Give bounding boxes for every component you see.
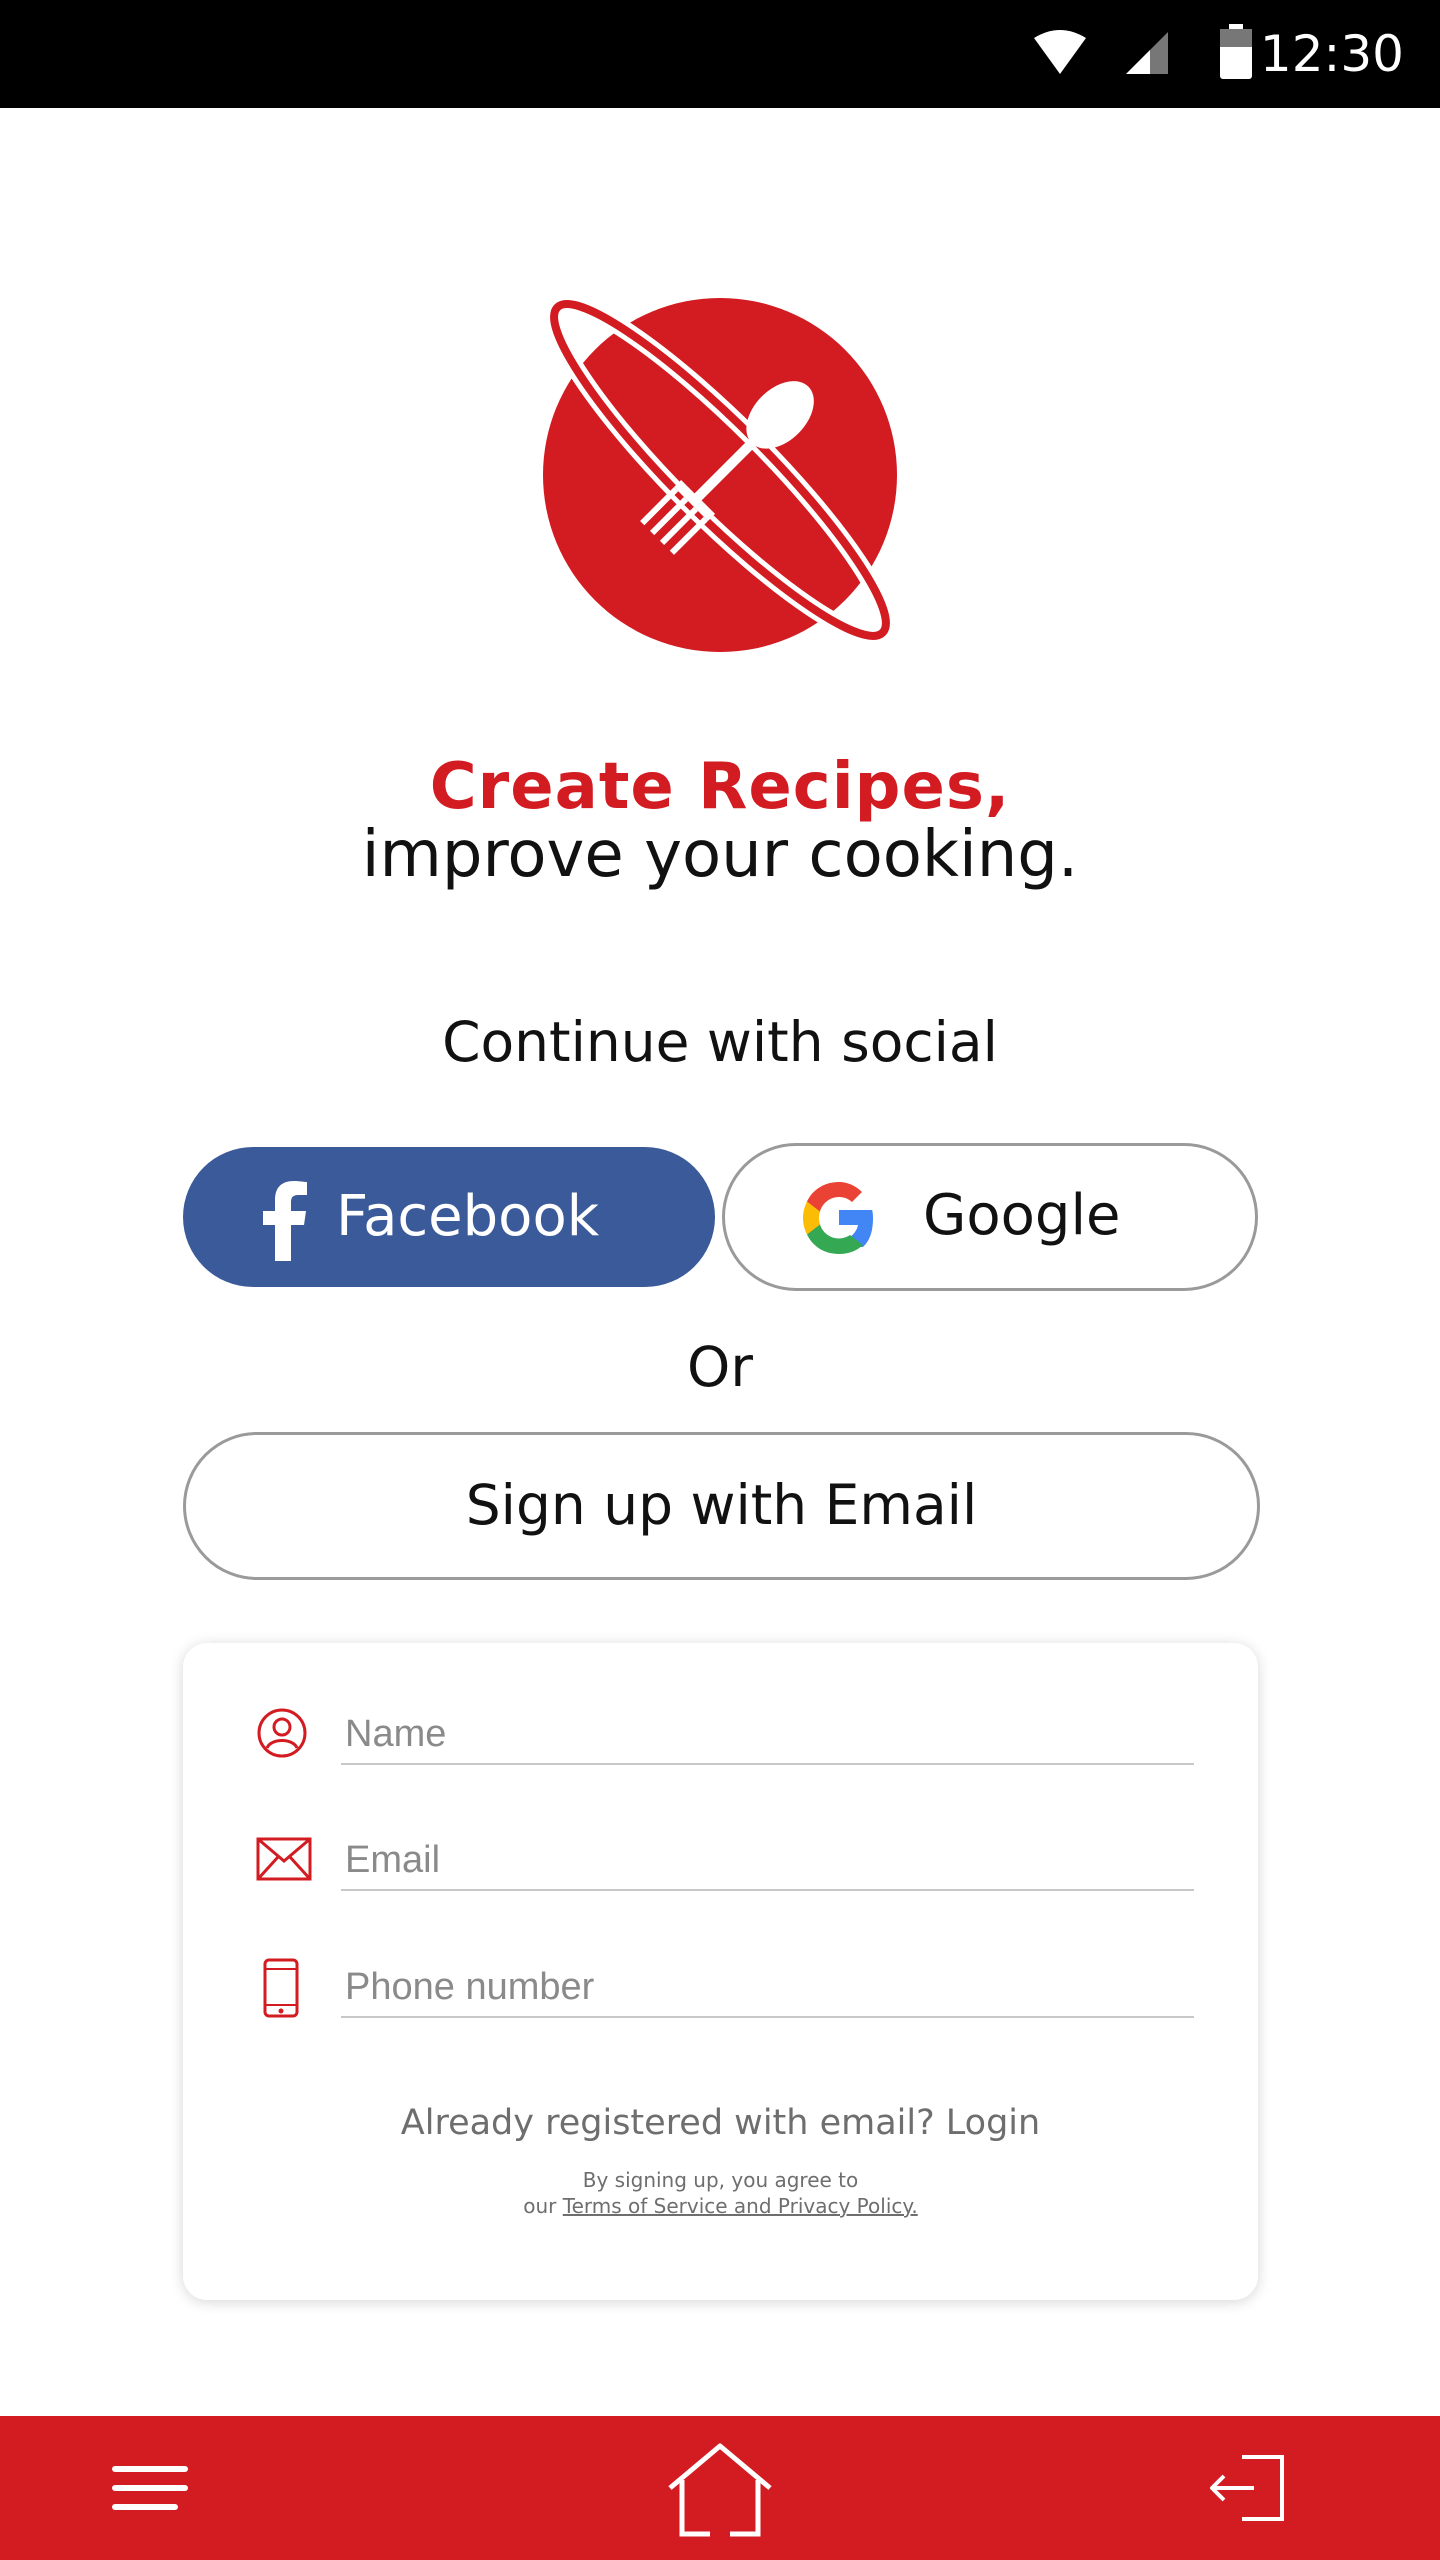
name-input[interactable] [341,1705,1194,1765]
facebook-button[interactable]: Facebook [183,1147,715,1287]
signal-icon [1126,32,1168,74]
terms-line-2: our Terms of Service and Privacy Policy. [183,2193,1258,2219]
social-title: Continue with social [442,1010,998,1074]
signup-form-card: Already registered with email? Login By … [183,1643,1258,2300]
or-divider: Or [687,1335,753,1399]
email-input[interactable] [341,1831,1194,1891]
facebook-button-label: Facebook [336,1184,600,1249]
home-icon[interactable] [664,2442,776,2538]
envelope-icon [256,1837,312,1881]
sign-up-email-button[interactable]: Sign up with Email [183,1432,1260,1580]
name-field-row [183,1703,1258,1793]
headline-primary: Create Recipes, [429,750,1011,824]
app-logo [543,295,897,652]
phone-field-row [183,1958,1258,2048]
wifi-icon [1034,30,1086,74]
menu-icon[interactable] [110,2462,190,2514]
bottom-navigation [0,2416,1440,2560]
logout-icon[interactable] [1208,2454,1286,2522]
login-link[interactable]: Already registered with email? Login [183,2103,1258,2143]
status-time: 12:30 [1259,25,1404,83]
status-bar: 12:30 [0,0,1440,108]
battery-icon [1220,24,1252,79]
terms-prefix: our [523,2194,563,2218]
phone-icon [263,1958,299,2018]
google-button-label: Google [923,1183,1121,1248]
google-icon [803,1182,873,1254]
phone-input[interactable] [341,1958,1194,2018]
user-icon [257,1708,307,1758]
facebook-icon [263,1181,307,1261]
google-button[interactable]: Google [722,1143,1258,1291]
email-field-row [183,1831,1258,1921]
terms-link[interactable]: Terms of Service and Privacy Policy. [563,2194,918,2218]
terms-line-1: By signing up, you agree to [582,2168,859,2192]
headline-secondary: improve your cooking. [361,818,1079,892]
terms-notice: By signing up, you agree to our Terms of… [183,2167,1258,2219]
